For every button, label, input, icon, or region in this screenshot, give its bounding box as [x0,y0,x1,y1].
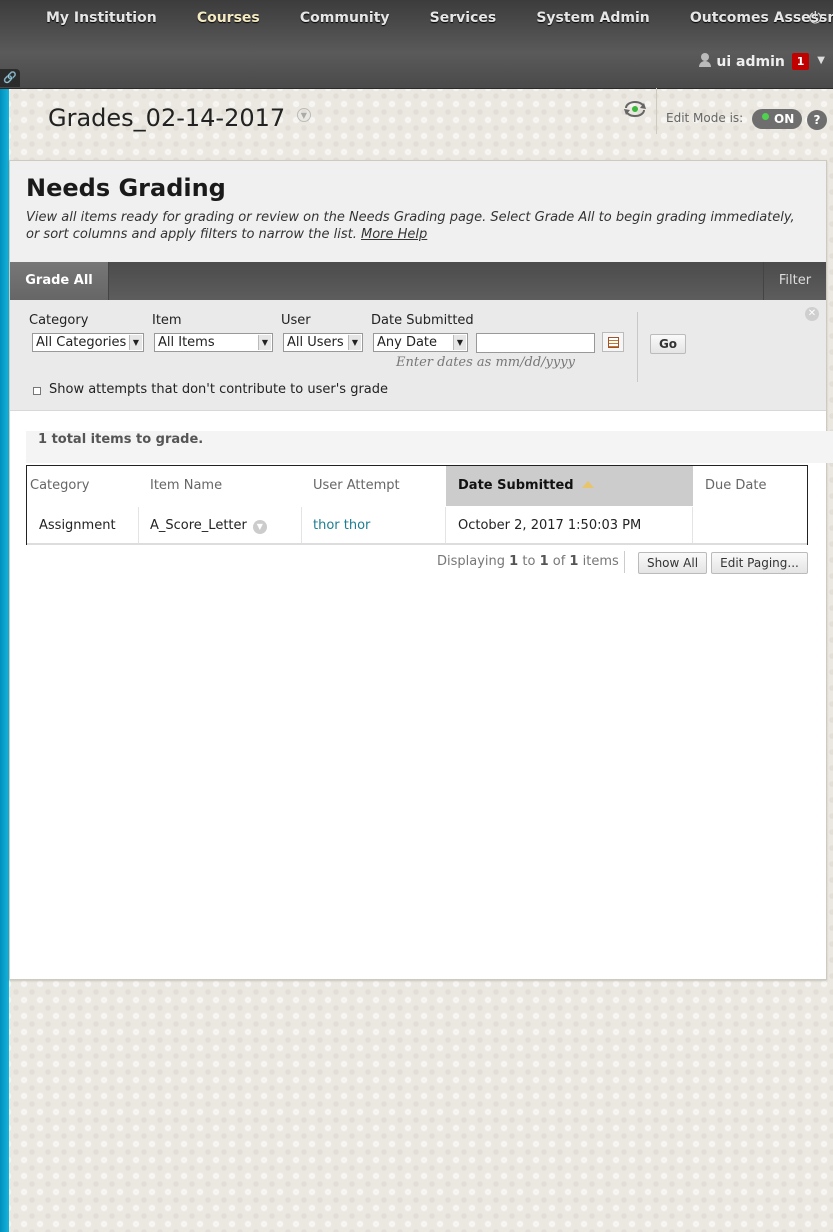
show-attempts-label: Show attempts that don't contribute to u… [49,382,389,397]
paging-prefix: Displaying [437,554,506,569]
user-avatar-icon [698,53,712,67]
user-name[interactable]: ui admin [716,54,784,70]
filter-button[interactable]: Filter [763,262,826,300]
category-filter-label: Category [29,313,89,328]
cell-due-date [693,507,807,544]
tab-system-admin[interactable]: System Admin [536,10,649,26]
cell-category: Assignment [27,507,139,544]
edit-mode-state: ON [774,112,795,126]
paging-from: 1 [509,554,519,569]
refresh-icon[interactable] [623,99,647,119]
column-header-date-submitted-label: Date Submitted [458,478,574,493]
help-button[interactable]: ? [807,110,827,130]
paging-of-word: of [552,554,566,569]
grade-all-button[interactable]: Grade All [10,262,109,300]
header-divider [656,88,657,134]
edit-mode-toggle[interactable]: ON [752,109,802,129]
chevron-down-icon[interactable]: ▼ [296,108,311,122]
user-select[interactable]: All Users ▼ [283,333,363,352]
course-title: Grades_02-14-2017 ▼ [48,104,311,132]
item-filter-label: Item [152,313,182,328]
action-bar: Grade All Filter [10,262,826,300]
item-name-text: A_Score_Letter [150,518,247,533]
course-title-text: Grades_02-14-2017 [48,104,286,132]
show-attempts-checkbox[interactable] [33,387,41,395]
column-header-category[interactable]: Category [27,466,139,506]
more-help-link[interactable]: More Help [361,227,427,242]
paging-summary: Displaying 1 to 1 of 1 items [437,554,619,569]
column-header-user-attempt[interactable]: User Attempt [302,466,446,506]
filter-area: Category All Categories ▼ Item All Items… [10,300,826,411]
caret-down-icon[interactable]: ▼ [817,55,825,66]
tab-community[interactable]: Community [300,10,390,26]
tab-services[interactable]: Services [430,10,497,26]
category-select-value: All Categories [36,335,127,350]
column-header-item-name[interactable]: Item Name [139,466,302,506]
user-filter-label: User [281,313,311,328]
paging-suffix: items [582,554,619,569]
date-select[interactable]: Any Date ▼ [373,333,468,352]
grading-table: Category Item Name User Attempt Date Sub… [26,465,808,545]
page-description: View all items ready for grading or revi… [26,209,806,243]
notification-badge[interactable]: 1 [791,53,810,70]
cell-user-attempt: thor thor [302,507,446,544]
paging-total: 1 [569,554,579,569]
paging-to-word: to [522,554,536,569]
dropdown-arrow-icon: ▼ [129,335,142,350]
tab-courses[interactable]: Courses [197,10,260,26]
top-navigation-bar: My Institution Courses Community Service… [0,0,833,89]
user-attempt-link[interactable]: thor thor [313,518,370,533]
calendar-icon[interactable] [602,332,624,352]
page-title: Needs Grading [26,174,226,202]
page-header: Needs Grading View all items ready for g… [10,161,826,262]
row-divider [27,543,807,545]
item-select[interactable]: All Items ▼ [154,333,273,352]
sort-ascending-icon [581,481,594,488]
content-panel: Needs Grading View all items ready for g… [9,160,833,980]
link-icon[interactable]: 🔗 [0,69,20,87]
total-items-summary: 1 total items to grade. [26,431,833,463]
total-items-text: 1 total items to grade. [38,432,204,447]
go-button[interactable]: Go [650,334,686,354]
tab-my-institution[interactable]: My Institution [46,10,157,26]
show-all-button[interactable]: Show All [638,552,707,574]
date-input[interactable] [476,333,595,353]
edit-mode-label: Edit Mode is: [666,111,744,125]
power-icon[interactable]: ⏻ [809,8,822,28]
chevron-down-icon[interactable]: ▼ [252,520,267,534]
date-select-value: Any Date [377,335,438,350]
status-dot-icon [762,113,769,120]
dropdown-arrow-icon: ▼ [258,335,271,350]
close-icon[interactable]: ✕ [805,307,819,321]
course-menu-strip[interactable] [0,89,9,1232]
user-select-value: All Users [287,335,344,350]
filter-divider [637,312,638,382]
dropdown-arrow-icon: ▼ [348,335,361,350]
column-header-due-date[interactable]: Due Date [693,466,807,506]
category-select[interactable]: All Categories ▼ [32,333,144,352]
cell-item-name: A_Score_Letter ▼ [139,507,302,544]
column-header-date-submitted[interactable]: Date Submitted [446,466,693,506]
main-tabs: My Institution Courses Community Service… [46,10,833,26]
paging-divider [624,551,625,573]
edit-paging-button[interactable]: Edit Paging... [711,552,808,574]
dropdown-arrow-icon: ▼ [453,335,466,350]
paging-to: 1 [539,554,549,569]
user-menu[interactable]: ui admin 1 ▼ [698,53,825,70]
date-format-hint: Enter dates as mm/dd/yyyy [396,355,575,370]
date-filter-label: Date Submitted [371,313,474,328]
item-select-value: All Items [158,335,215,350]
cell-date-submitted: October 2, 2017 1:50:03 PM [446,507,693,544]
